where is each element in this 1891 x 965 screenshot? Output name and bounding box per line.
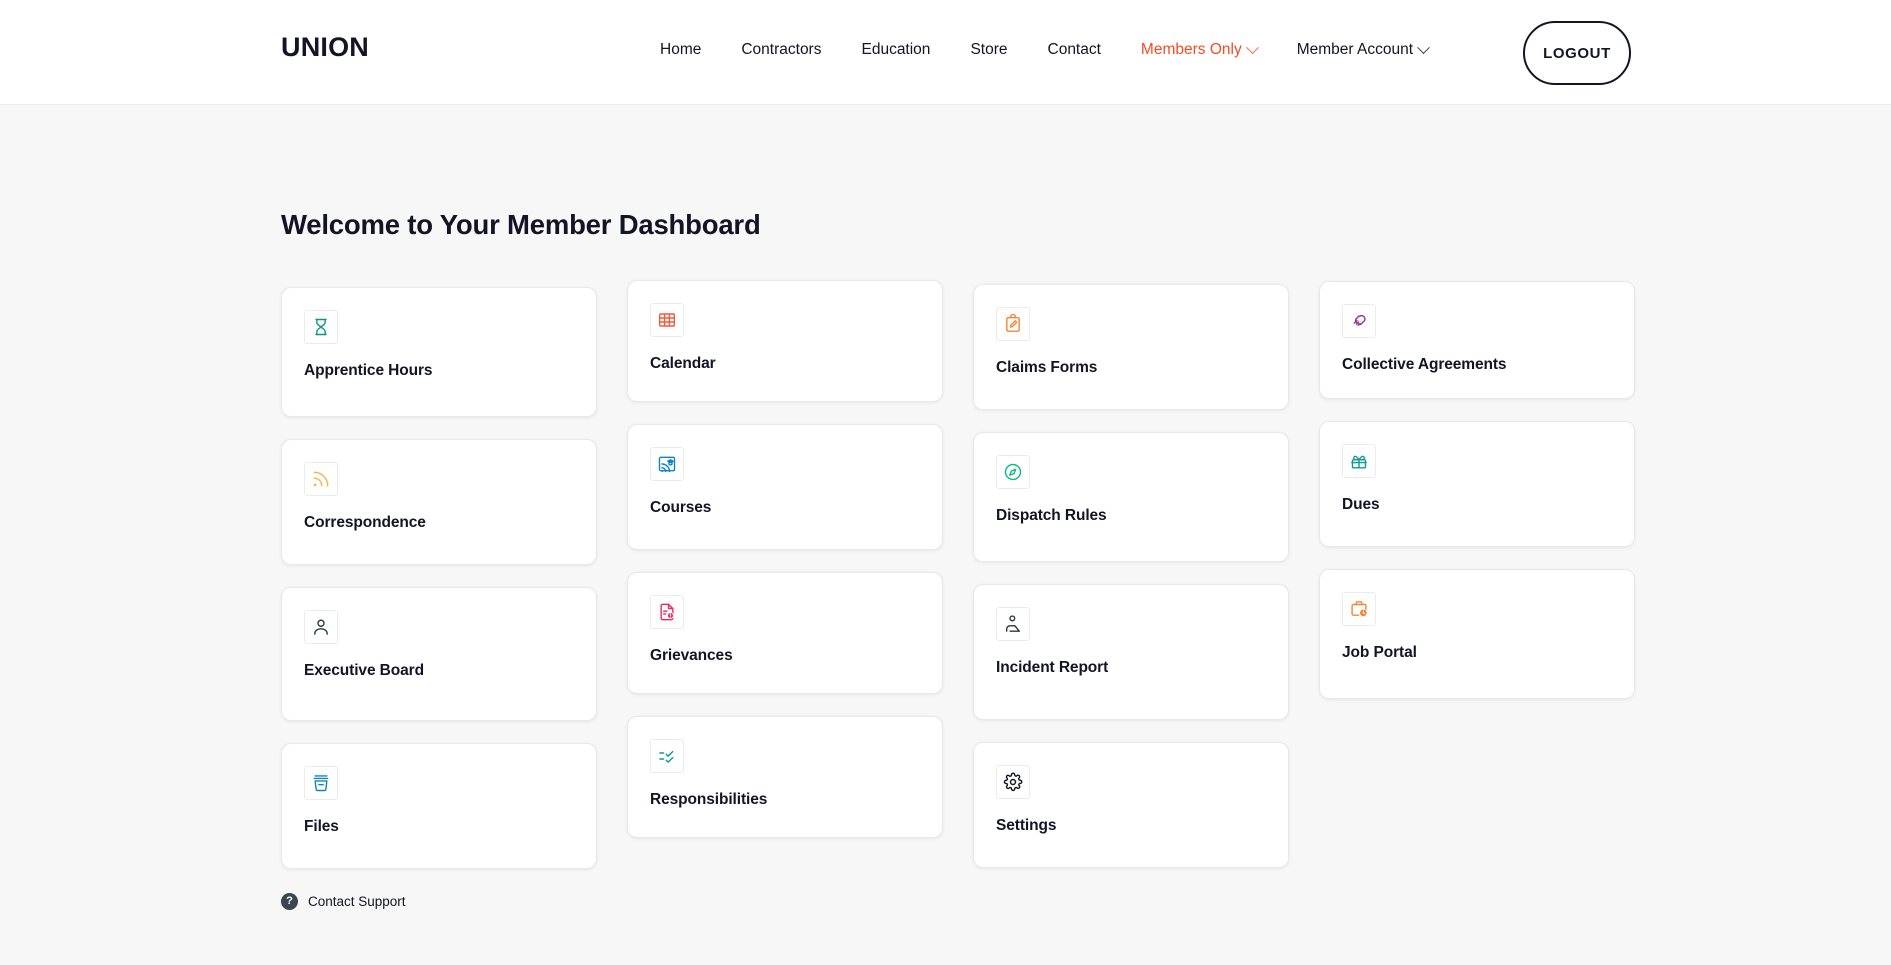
dashboard-card-label: Claims Forms: [996, 359, 1098, 376]
contact-support-label: Contact Support: [308, 894, 406, 909]
nav-item-label: Contractors: [741, 41, 822, 58]
dashboard-card-label: Calendar: [650, 355, 716, 372]
dashboard-card-collective-agreements[interactable]: Collective Agreements: [1319, 281, 1635, 399]
document-alert-icon: [650, 595, 684, 629]
dashboard-card-label: Settings: [996, 817, 1057, 834]
site-header: UNION Home Contractors Education Store Conta…: [0, 0, 1891, 105]
nav-item-members-only[interactable]: Members Only: [1121, 40, 1277, 59]
chevron-down-icon: [1417, 40, 1430, 54]
nav-item-label: Store: [970, 41, 1008, 58]
dashboard-card-label: Dues: [1342, 496, 1380, 513]
dashboard-card-dues[interactable]: Dues: [1319, 421, 1635, 547]
dashboard-card-label: Dispatch Rules: [996, 507, 1107, 524]
person-icon: [304, 610, 338, 644]
clipboard-pencil-icon: [996, 307, 1030, 341]
main-navigation: Home Contractors Education Store Contact Memb…: [640, 40, 1448, 59]
dashboard-card-label: Courses: [650, 499, 712, 516]
dashboard-card-calendar[interactable]: Calendar: [627, 280, 943, 402]
nav-item-label: Contact: [1047, 41, 1101, 58]
brand-logo[interactable]: UNION: [281, 32, 369, 63]
dashboard-column: Claims Forms Dispatch Rules Incident Repor…: [973, 280, 1289, 891]
dashboard-card-label: Collective Agreements: [1342, 356, 1507, 373]
nav-item-home[interactable]: Home: [640, 41, 721, 59]
nav-item-label: Education: [861, 41, 931, 58]
dashboard-card-label: Grievances: [650, 647, 733, 664]
dashboard-page: Welcome to Your Member Dashboard Apprent…: [0, 209, 1891, 910]
nav-item-label: Members Only: [1140, 41, 1242, 58]
chevron-down-icon: [1245, 40, 1259, 54]
nav-item-label: Member Account: [1296, 41, 1414, 58]
dashboard-card-label: Correspondence: [304, 514, 426, 531]
nav-item-contact[interactable]: Contact: [1028, 41, 1121, 59]
briefcase-clock-icon: [1342, 592, 1376, 626]
injured-person-icon: [996, 607, 1030, 641]
page-title: Welcome to Your Member Dashboard: [281, 209, 761, 240]
dashboard-card-settings[interactable]: Settings: [973, 742, 1289, 868]
dashboard-card-label: Incident Report: [996, 659, 1109, 676]
online-course-icon: [650, 447, 684, 481]
contact-support-link[interactable]: ? Contact Support: [281, 893, 406, 910]
dashboard-card-label: Files: [304, 818, 339, 835]
archive-box-icon: [304, 766, 338, 800]
logout-button[interactable]: LOGOUT: [1523, 21, 1631, 85]
dashboard-card-courses[interactable]: Courses: [627, 424, 943, 550]
nav-item-contractors[interactable]: Contractors: [721, 41, 841, 59]
nav-item-label: Home: [660, 41, 702, 58]
checklist-icon: [650, 739, 684, 773]
dashboard-card-responsibilities[interactable]: Responsibilities: [627, 716, 943, 838]
hourglass-icon: [304, 310, 338, 344]
dashboard-card-apprentice-hours[interactable]: Apprentice Hours: [281, 287, 597, 417]
handshake-icon: [1342, 304, 1376, 338]
dashboard-card-claims-forms[interactable]: Claims Forms: [973, 284, 1289, 410]
nav-item-education[interactable]: Education: [841, 41, 950, 59]
dashboard-card-label: Responsibilities: [650, 791, 768, 808]
dashboard-card-label: Executive Board: [304, 662, 424, 679]
dashboard-card-dispatch-rules[interactable]: Dispatch Rules: [973, 432, 1289, 562]
dashboard-card-grievances[interactable]: Grievances: [627, 572, 943, 694]
dashboard-column: Calendar Courses Grievances Responsibilitie…: [627, 280, 943, 891]
dashboard-card-files[interactable]: Files: [281, 743, 597, 869]
dashboard-column: Apprentice Hours Correspondence Executive …: [281, 280, 597, 891]
dashboard-column: Collective Agreements Dues Job Portal: [1319, 280, 1635, 891]
dashboard-card-grid: Apprentice Hours Correspondence Executive …: [281, 280, 1635, 891]
dashboard-card-executive-board[interactable]: Executive Board: [281, 587, 597, 721]
question-mark-icon: ?: [281, 893, 298, 910]
dashboard-card-label: Job Portal: [1342, 644, 1417, 661]
nav-item-member-account[interactable]: Member Account: [1277, 40, 1448, 59]
compass-icon: [996, 455, 1030, 489]
dashboard-card-job-portal[interactable]: Job Portal: [1319, 569, 1635, 699]
dashboard-card-correspondence[interactable]: Correspondence: [281, 439, 597, 565]
gift-box-icon: [1342, 444, 1376, 478]
nav-item-store[interactable]: Store: [950, 41, 1027, 59]
gear-icon: [996, 765, 1030, 799]
rss-feed-icon: [304, 462, 338, 496]
dashboard-card-incident-report[interactable]: Incident Report: [973, 584, 1289, 720]
dashboard-card-label: Apprentice Hours: [304, 362, 433, 379]
calendar-grid-icon: [650, 303, 684, 337]
